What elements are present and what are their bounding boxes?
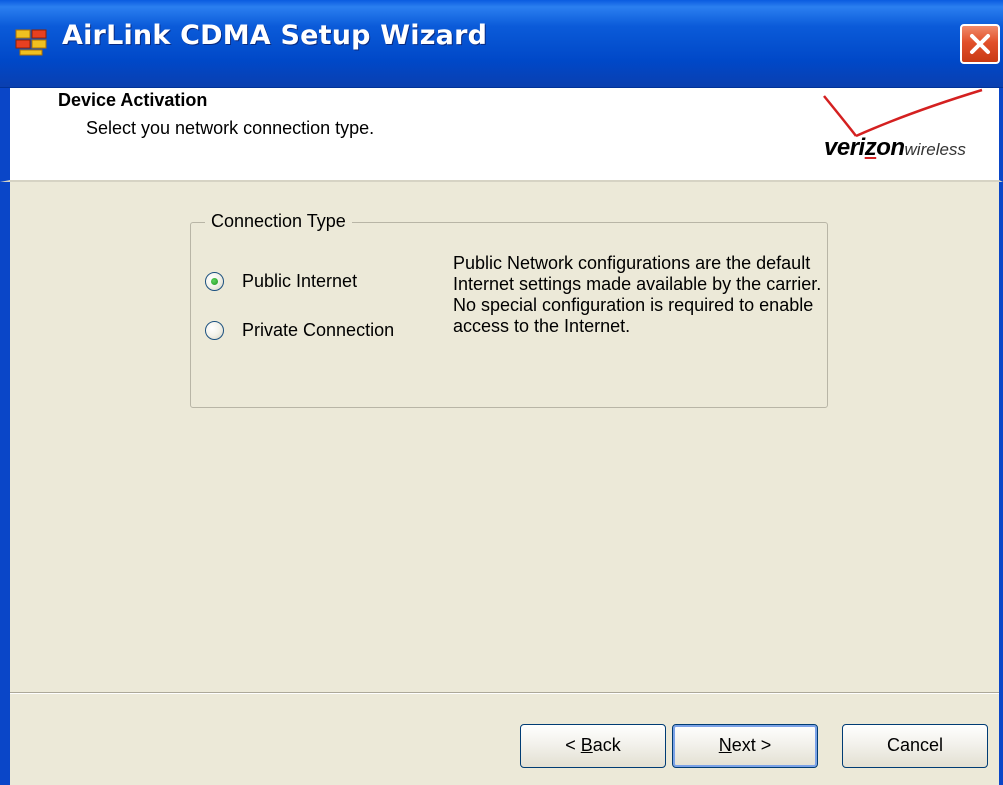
back-button[interactable]: < Back	[520, 724, 666, 768]
footer-separator	[10, 692, 999, 694]
cancel-button[interactable]: Cancel	[842, 724, 988, 768]
logo-suffix: wireless	[904, 140, 966, 159]
wizard-content: Connection Type Public Internet Private …	[0, 182, 1003, 785]
radio-button-private-connection[interactable]	[205, 321, 224, 340]
next-button[interactable]: Next >	[672, 724, 818, 768]
verizon-wireless-logo: verizonwireless	[824, 134, 966, 162]
connection-type-group: Connection Type Public Internet Private …	[190, 211, 828, 408]
logo-brand: verizon	[824, 134, 905, 161]
radio-label-public-internet: Public Internet	[242, 271, 358, 291]
wizard-header: Device Activation Select you network con…	[0, 88, 1003, 182]
radio-button-public-internet[interactable]	[205, 272, 224, 291]
close-button[interactable]	[960, 24, 1000, 64]
radio-label-private-connection: Private Connection	[242, 320, 395, 340]
page-title: Device Activation	[58, 90, 208, 110]
radio-private-connection[interactable]: Private Connection	[205, 320, 394, 341]
title-bar[interactable]: AirLink CDMA Setup Wizard	[0, 0, 1003, 88]
radio-public-internet[interactable]: Public Internet	[205, 271, 357, 292]
airlink-app-icon	[15, 29, 47, 56]
page-subtitle: Select you network connection type.	[86, 118, 375, 138]
group-legend: Connection Type	[205, 211, 352, 232]
connection-description: Public Network configurations are the de…	[453, 253, 822, 336]
window-title: AirLink CDMA Setup Wizard	[62, 20, 488, 51]
close-icon	[970, 34, 990, 54]
